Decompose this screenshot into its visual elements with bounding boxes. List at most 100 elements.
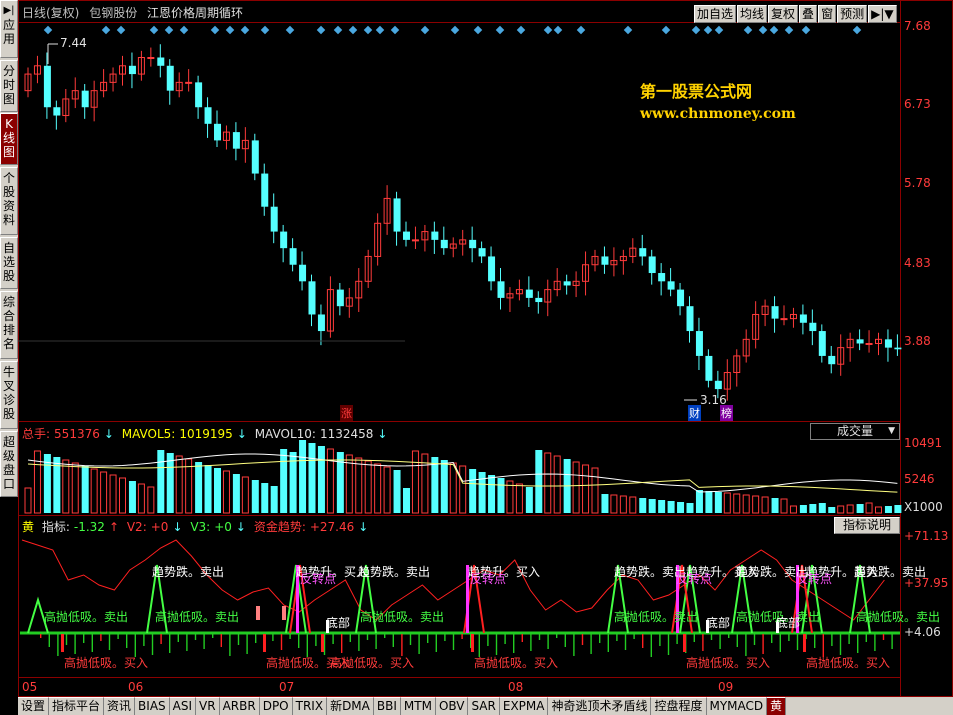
volume-bar	[90, 468, 98, 514]
candle-body	[818, 331, 826, 356]
signal-label-reverse: 反转点	[300, 572, 337, 586]
indicator-tab-3[interactable]: BIAS	[135, 697, 170, 715]
volume-bar	[809, 504, 817, 513]
indicator-tab-11[interactable]: MTM	[400, 697, 436, 715]
volume-bar	[175, 455, 183, 514]
indicator-histogram-bar	[581, 634, 584, 645]
signal-label-sell: 高抛低吸。卖出	[44, 610, 129, 624]
indicator-tab-9[interactable]: 新DMA	[327, 697, 374, 715]
indicator-tab-2[interactable]: 资讯	[104, 697, 136, 715]
candle-body	[393, 198, 401, 232]
volume-bar	[374, 463, 382, 514]
indicator-tab-17[interactable]: MYMACD	[706, 697, 768, 715]
high-price-label: 7.44	[60, 36, 87, 50]
volume-bar	[799, 505, 807, 513]
signal-label-down: 趋势跌。卖出	[358, 565, 431, 579]
event-marker-ranking[interactable]: 榜	[720, 405, 733, 421]
indicator-histogram-bar	[693, 634, 695, 642]
volume-bar	[449, 462, 457, 514]
volume-bar	[270, 486, 278, 513]
cycle-diamond-icon	[43, 25, 53, 35]
date-tick: 05	[22, 680, 38, 694]
volume-indicator-select[interactable]: 成交量 ▼	[810, 423, 900, 440]
cycle-diamond-icon	[179, 25, 189, 35]
volume-bar	[601, 494, 609, 513]
candle-body	[686, 306, 694, 332]
indicator-histogram-bar	[573, 634, 575, 656]
indicator-header: 黄 指标: -1.32 ↑ V2: +0 ↓ V3: +0 ↓ 资金趋势: +27.46 ↓	[22, 518, 372, 535]
indicator-histogram-bar	[220, 634, 222, 647]
event-marker-finance[interactable]: 财	[688, 405, 701, 421]
volume-bar	[619, 495, 627, 514]
indicator-histogram-bar	[298, 634, 300, 648]
cycle-diamond-icon	[784, 25, 794, 35]
candle-body	[809, 322, 817, 332]
indicator-tab-5[interactable]: VR	[196, 697, 220, 715]
date-tick: 07	[279, 680, 295, 694]
candle-body	[705, 355, 713, 381]
cycle-diamond-icon	[225, 25, 235, 35]
indicator-value: -1.32	[73, 520, 105, 534]
candle-body	[280, 231, 288, 249]
candle-body	[214, 123, 221, 141]
indicator-histogram-bar	[719, 634, 721, 649]
cycle-diamond-icon	[260, 25, 270, 35]
candle-body	[799, 314, 807, 323]
indicator-histogram-bar	[814, 634, 816, 648]
date-tick: 09	[718, 680, 734, 694]
indicator-histogram-bar	[762, 634, 764, 654]
candle-body	[251, 140, 259, 174]
volume-bar	[846, 504, 854, 514]
volume-bar	[629, 496, 637, 514]
volume-bar	[100, 471, 108, 514]
indicator-tab-4[interactable]: ASI	[169, 697, 197, 715]
indicator-tab-7[interactable]: DPO	[259, 697, 293, 715]
event-marker-limit-up[interactable]: 涨	[340, 405, 353, 421]
indicator-tab-13[interactable]: SAR	[468, 697, 500, 715]
candle-body	[204, 107, 212, 124]
indicator-tab-15[interactable]: 神奇逃顶术矛盾线	[548, 697, 652, 715]
indicator-histogram-bar	[495, 634, 498, 655]
signal-label-buy: 高抛低吸。买入	[64, 656, 149, 670]
volume-bar	[856, 504, 864, 513]
cycle-diamond-icon	[285, 25, 295, 35]
volume-bar	[403, 488, 410, 513]
candle-body	[884, 339, 892, 348]
volume-bar	[137, 483, 145, 514]
indicator-histogram-bar	[143, 634, 145, 646]
candle-body	[695, 331, 703, 356]
indicator-histogram-bar	[280, 634, 283, 650]
indicator-tab-10[interactable]: BBI	[373, 697, 401, 715]
pink-bar	[256, 606, 260, 620]
candle-body	[601, 256, 609, 265]
volume-bar	[591, 467, 599, 514]
volume-bar	[222, 470, 230, 514]
signal-label-buy: 高抛低吸。买入	[686, 656, 771, 670]
arrow-down-icon: ↓	[377, 427, 388, 441]
indicator-histogram-bar	[418, 634, 420, 654]
indicator-histogram-bar	[194, 634, 197, 640]
indicator-tab-18[interactable]: 黄	[767, 697, 787, 715]
indicator-histogram-bar	[521, 634, 523, 642]
indicator-tab-1[interactable]: 指标平台	[49, 697, 105, 715]
indicator-histogram-bar	[409, 634, 412, 645]
indicator-tab-0[interactable]: 设置	[18, 697, 50, 715]
volume-bar	[884, 506, 892, 513]
indicator-histogram-bar	[177, 634, 179, 642]
cycle-diamond-icon	[661, 25, 671, 35]
indicator-tab-12[interactable]: OBV	[435, 697, 469, 715]
indicator-histogram-bar	[702, 634, 704, 651]
volume-bar	[553, 455, 561, 514]
cycle-diamond-icon	[164, 25, 174, 35]
indicator-tab-8[interactable]: TRIX	[292, 697, 328, 715]
volume-bar	[572, 461, 580, 514]
indicator-help-button[interactable]: 指标说明	[834, 517, 900, 534]
indicator-tab-16[interactable]: 控盘程度	[651, 697, 707, 715]
cycle-diamond-icon	[852, 25, 862, 35]
candle-body	[261, 173, 269, 207]
volume-bar	[535, 450, 543, 513]
indicator-tab-14[interactable]: EXPMA	[499, 697, 549, 715]
indicator-tab-6[interactable]: ARBR	[219, 697, 260, 715]
indicator-histogram-bar	[728, 634, 730, 638]
indicator-histogram-bar	[624, 634, 627, 650]
